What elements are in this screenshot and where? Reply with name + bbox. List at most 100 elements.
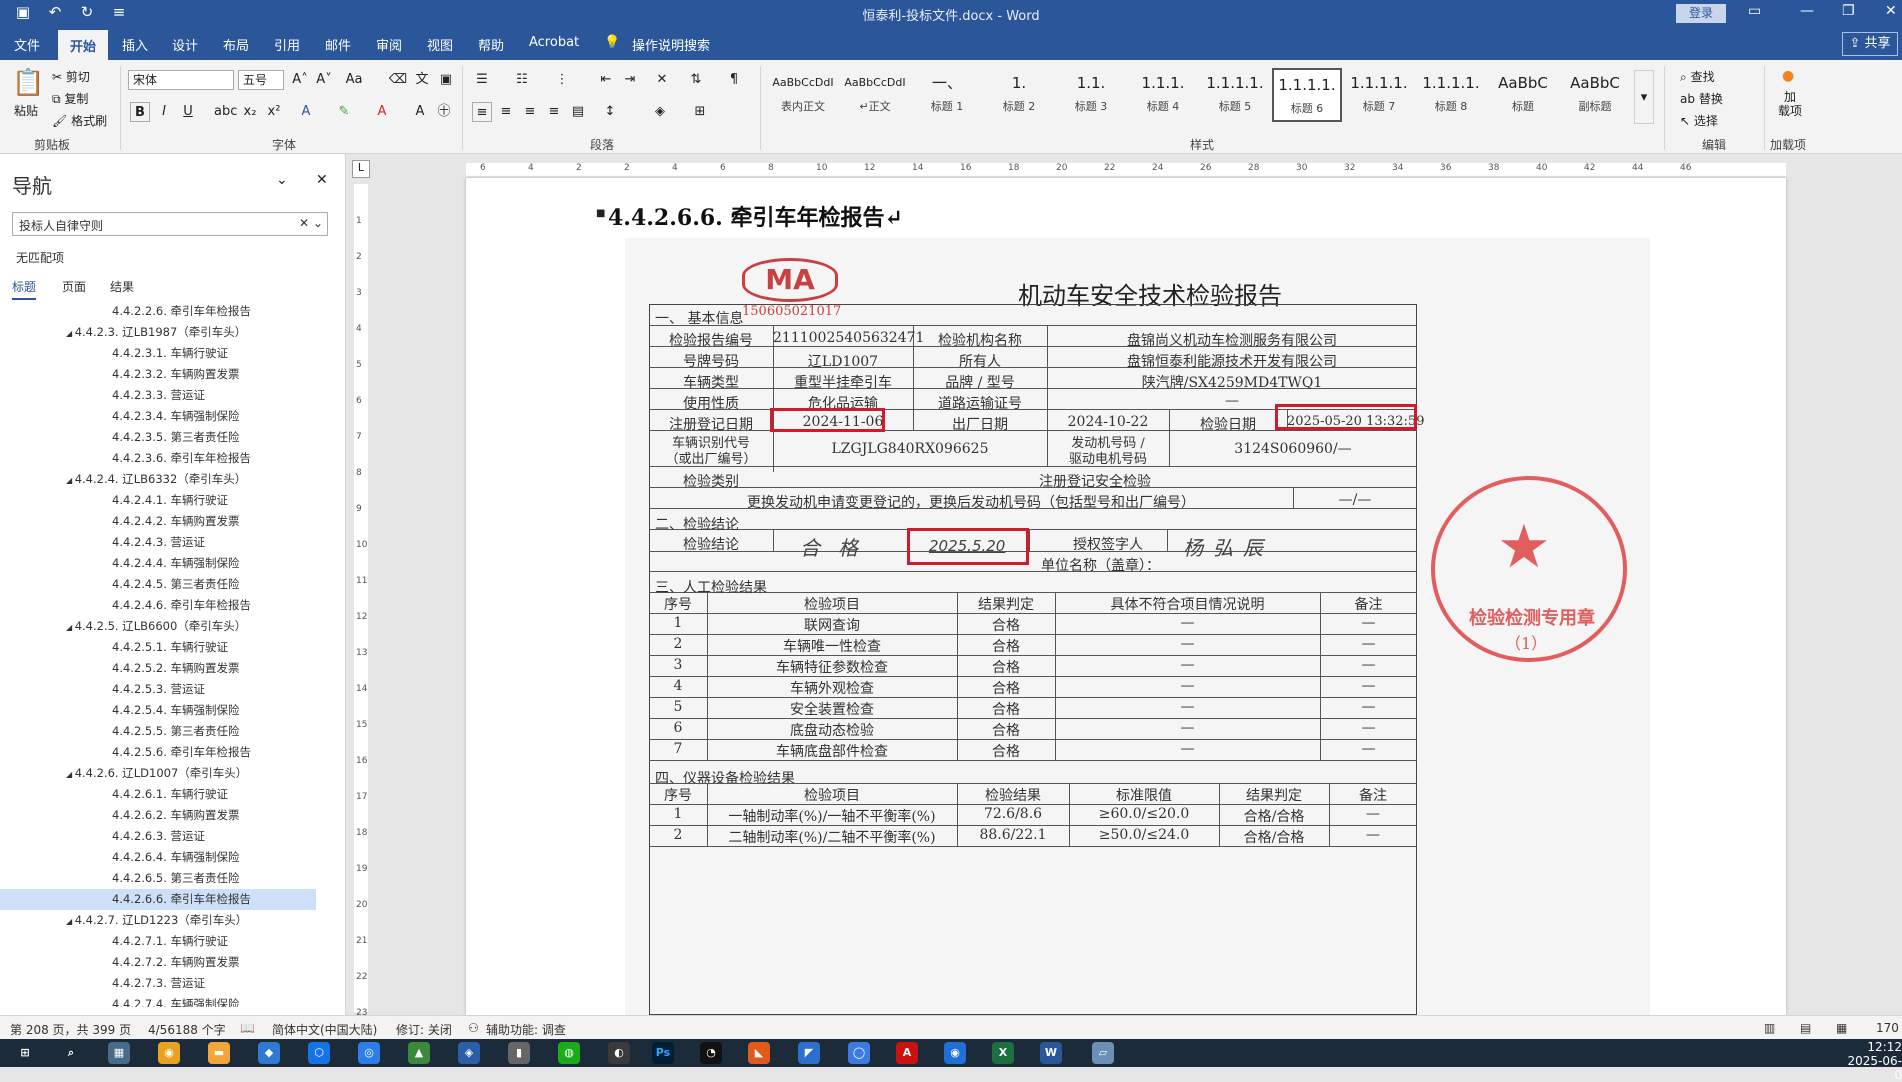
char-shading-icon[interactable]: A	[410, 102, 430, 122]
borders-icon[interactable]: ⊞	[690, 102, 710, 122]
photoshop-icon[interactable]: Ps	[652, 1042, 674, 1064]
collapse-triangle-icon[interactable]: ◢	[66, 917, 75, 926]
browser-icon[interactable]: ◎	[358, 1042, 380, 1064]
tab-acrobat[interactable]: Acrobat	[529, 35, 579, 50]
multilevel-list-icon[interactable]: ⋮	[552, 70, 572, 90]
share-button[interactable]: ⇪ 共享	[1842, 32, 1898, 56]
cut-button[interactable]: ✂ 剪切	[52, 68, 90, 85]
nav-heading-item[interactable]: ◢ 4.4.2.5. 辽LB6600（牵引车头）	[0, 616, 346, 637]
chinese-layout-icon[interactable]: ✕	[652, 70, 672, 90]
windows-start-icon[interactable]: ⊞	[14, 1042, 36, 1064]
browser2-icon[interactable]: ◉	[944, 1042, 966, 1064]
chevron-down-icon[interactable]: ⌄	[276, 172, 288, 188]
nav-heading-item[interactable]: ◢ 4.4.2.3. 辽LB1987（牵引车头）	[0, 322, 346, 343]
accessibility-status[interactable]: 辅助功能: 调查	[486, 1021, 566, 1038]
tab-review[interactable]: 审阅	[376, 35, 402, 54]
tab-design[interactable]: 设计	[172, 35, 198, 54]
style-4[interactable]: 1. 标题 2	[984, 68, 1054, 122]
search-icon[interactable]: ⌕	[60, 1042, 82, 1064]
nav-heading-item[interactable]: 4.4.2.3.2. 车辆购置发票	[0, 364, 346, 385]
tab-layout[interactable]: 布局	[223, 35, 249, 54]
font-name-select[interactable]: 宋体	[128, 70, 234, 90]
close-window-icon[interactable]: ✕	[1885, 3, 1897, 19]
zoom-level[interactable]: 170	[1876, 1021, 1899, 1035]
nav-heading-item[interactable]: 4.4.2.3.1. 车辆行驶证	[0, 343, 346, 364]
nav-heading-item[interactable]: 4.4.2.6.3. 营运证	[0, 826, 346, 847]
style-12[interactable]: AaBbC 副标题	[1560, 68, 1630, 122]
vpn-icon[interactable]: ◈	[458, 1042, 480, 1064]
show-marks-icon[interactable]: ¶	[724, 70, 744, 90]
decrease-indent-icon[interactable]: ⇤	[596, 70, 616, 90]
nav-heading-item[interactable]: ◢ 4.4.2.6. 辽LD1007（牵引车头）	[0, 763, 346, 784]
font-color-icon[interactable]: A	[372, 102, 392, 122]
line-spacing-icon[interactable]: ↕	[600, 102, 620, 122]
edge-icon[interactable]: ◯	[848, 1042, 870, 1064]
change-case-icon[interactable]: Aa	[344, 70, 364, 90]
strikethrough-icon[interactable]: abc	[214, 102, 237, 122]
paste-icon[interactable]: 📋	[12, 68, 44, 98]
nav-heading-item[interactable]: 4.4.2.6.2. 车辆购置发票	[0, 805, 346, 826]
distributed-icon[interactable]: ▤	[568, 102, 588, 122]
document-page[interactable]: ■ 4.4.2.6.6. 牵引车年检报告↵ MA 150605021017 机动…	[466, 178, 1786, 1015]
document-area[interactable]: ■ 4.4.2.6.6. 牵引车年检报告↵ MA 150605021017 机动…	[374, 178, 1902, 1015]
nav-heading-item[interactable]: 4.4.2.4.1. 车辆行驶证	[0, 490, 346, 511]
shrink-font-icon[interactable]: A˅	[314, 70, 334, 90]
style-8[interactable]: 1.1.1.1. 标题 6	[1272, 68, 1342, 122]
addins-button[interactable]: 加 载项	[1778, 90, 1802, 118]
find-button[interactable]: ⌕ 查找	[1680, 68, 1715, 85]
nav-tab-pages[interactable]: 页面	[62, 278, 86, 295]
app-orange-icon[interactable]: ◣	[748, 1042, 770, 1064]
char-border-icon[interactable]: ▣	[436, 70, 456, 90]
nav-heading-item[interactable]: 4.4.2.6.1. 车辆行驶证	[0, 784, 346, 805]
acrobat-icon[interactable]: A	[896, 1042, 918, 1064]
nav-tab-headings[interactable]: 标题	[12, 278, 37, 300]
collapse-triangle-icon[interactable]: ◢	[66, 623, 75, 632]
nav-heading-item[interactable]: 4.4.2.3.3. 营运证	[0, 385, 346, 406]
font-size-select[interactable]: 五号	[238, 70, 284, 90]
calculator-icon[interactable]: ▦	[108, 1042, 130, 1064]
nav-heading-item[interactable]: 4.4.2.4.5. 第三者责任险	[0, 574, 346, 595]
language-status[interactable]: 简体中文(中国大陆)	[272, 1021, 377, 1038]
styles-more-icon[interactable]: ▾	[1634, 70, 1654, 124]
nav-heading-item[interactable]: 4.4.2.4.3. 营运证	[0, 532, 346, 553]
nav-heading-item[interactable]: 4.4.2.7.4. 车辆强制保险	[0, 994, 346, 1007]
nav-heading-item[interactable]: 4.4.2.4.6. 牵引车年检报告	[0, 595, 346, 616]
addins-icon[interactable]: ●	[1782, 68, 1794, 84]
nav-heading-item[interactable]: 4.4.2.5.2. 车辆购置发票	[0, 658, 346, 679]
grow-font-icon[interactable]: A˄	[290, 70, 310, 90]
sort-icon[interactable]: ⇅	[686, 70, 706, 90]
align-right-icon[interactable]: ≡	[520, 102, 540, 122]
tab-view[interactable]: 视图	[427, 35, 453, 54]
ribbon-display-icon[interactable]: ▭	[1748, 3, 1761, 19]
app-icon[interactable]: ◆	[258, 1042, 280, 1064]
nav-heading-item[interactable]: 4.4.2.5.1. 车辆行驶证	[0, 637, 346, 658]
close-icon[interactable]: ✕	[316, 172, 328, 188]
numbering-icon[interactable]: ☷	[512, 70, 532, 90]
read-mode-icon[interactable]: ▥	[1764, 1021, 1775, 1035]
nav-heading-item[interactable]: 4.4.2.6.4. 车辆强制保险	[0, 847, 346, 868]
nav-heading-item[interactable]: 4.4.2.7.2. 车辆购置发票	[0, 952, 346, 973]
select-button[interactable]: ↖ 选择	[1680, 112, 1718, 129]
style-7[interactable]: 1.1.1.1. 标题 5	[1200, 68, 1270, 122]
nav-heading-item[interactable]: 4.4.2.2.6. 牵引车年检报告	[0, 301, 346, 322]
print-layout-icon[interactable]: ▤	[1800, 1021, 1811, 1035]
style-6[interactable]: 1.1.1. 标题 4	[1128, 68, 1198, 122]
superscript-icon[interactable]: x²	[264, 102, 284, 122]
nav-heading-item[interactable]: 4.4.2.6.5. 第三者责任险	[0, 868, 346, 889]
highlight-icon[interactable]: ✎	[334, 102, 354, 122]
nav-heading-item[interactable]: 4.4.2.3.4. 车辆强制保险	[0, 406, 346, 427]
nav-heading-item[interactable]: 4.4.2.7.3. 营运证	[0, 973, 346, 994]
nav-heading-item[interactable]: 4.4.2.5.5. 第三者责任险	[0, 721, 346, 742]
clear-search-icon[interactable]: ✕	[299, 216, 309, 230]
increase-indent-icon[interactable]: ⇥	[620, 70, 640, 90]
web-layout-icon[interactable]: ▦	[1836, 1021, 1847, 1035]
search-options-icon[interactable]: ⌄	[313, 216, 323, 230]
login-button[interactable]: 登录	[1676, 4, 1726, 23]
collapse-triangle-icon[interactable]: ◢	[66, 476, 75, 485]
collapse-triangle-icon[interactable]: ◢	[66, 770, 75, 779]
minimize-icon[interactable]: —	[1800, 3, 1814, 19]
revision-status[interactable]: 修订: 关闭	[396, 1021, 452, 1038]
style-5[interactable]: 1.1. 标题 3	[1056, 68, 1126, 122]
restore-icon[interactable]: ❐	[1842, 3, 1855, 19]
files-icon[interactable]: ▮	[508, 1042, 530, 1064]
